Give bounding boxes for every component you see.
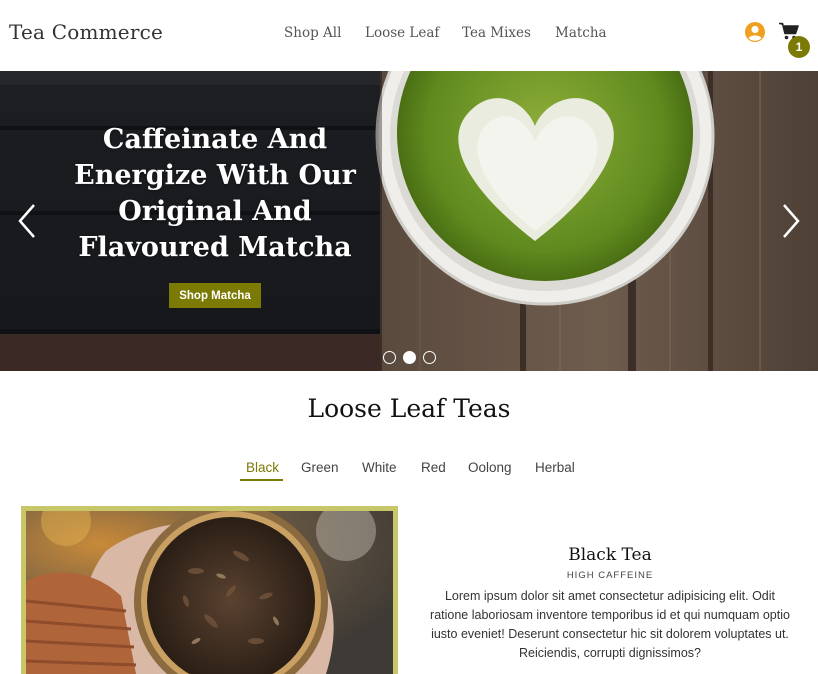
cart-count-badge: 1 bbox=[788, 36, 810, 58]
nav-tea-mixes[interactable]: Tea Mixes bbox=[462, 25, 531, 41]
main-nav: Shop All Loose Leaf Tea Mixes Matcha bbox=[0, 25, 818, 45]
nav-loose-leaf[interactable]: Loose Leaf bbox=[365, 25, 439, 41]
chevron-right-icon[interactable] bbox=[781, 203, 801, 239]
tab-black[interactable]: Black bbox=[246, 460, 279, 475]
tab-herbal[interactable]: Herbal bbox=[535, 460, 575, 475]
site-header: Tea Commerce Shop All Loose Leaf Tea Mix… bbox=[0, 0, 818, 71]
product-info: Black Tea HIGH CAFFEINE Lorem ipsum dolo… bbox=[430, 545, 790, 663]
product-image-frame bbox=[21, 506, 398, 674]
hero-heading: Caffeinate And Energize With Our Origina… bbox=[74, 124, 356, 263]
tab-oolong[interactable]: Oolong bbox=[468, 460, 512, 475]
user-circle-icon[interactable] bbox=[745, 22, 765, 42]
tea-category-tabs: Black Green White Red Oolong Herbal bbox=[0, 460, 818, 484]
product-caffeine-tag: HIGH CAFFEINE bbox=[566, 570, 654, 581]
nav-shop-all[interactable]: Shop All bbox=[284, 25, 341, 41]
chevron-left-icon[interactable] bbox=[17, 203, 37, 239]
nav-matcha[interactable]: Matcha bbox=[555, 25, 607, 41]
shop-matcha-button[interactable]: Shop Matcha bbox=[169, 283, 261, 308]
product-name: Black Tea bbox=[568, 545, 652, 565]
tab-red[interactable]: Red bbox=[421, 460, 446, 475]
product-description: Lorem ipsum dolor sit amet consectetur a… bbox=[430, 589, 790, 660]
active-tab-underline bbox=[240, 479, 283, 481]
tab-white[interactable]: White bbox=[362, 460, 397, 475]
carousel-dot-3[interactable] bbox=[423, 351, 436, 364]
carousel-dot-1[interactable] bbox=[383, 351, 396, 364]
carousel-indicators bbox=[383, 351, 443, 365]
hero-carousel: Caffeinate And Energize With Our Origina… bbox=[0, 71, 818, 371]
black-tea-tin-image bbox=[26, 511, 393, 674]
tab-green[interactable]: Green bbox=[301, 460, 339, 475]
section-title: Loose Leaf Teas bbox=[307, 394, 511, 423]
carousel-dot-2-active[interactable] bbox=[403, 351, 416, 364]
